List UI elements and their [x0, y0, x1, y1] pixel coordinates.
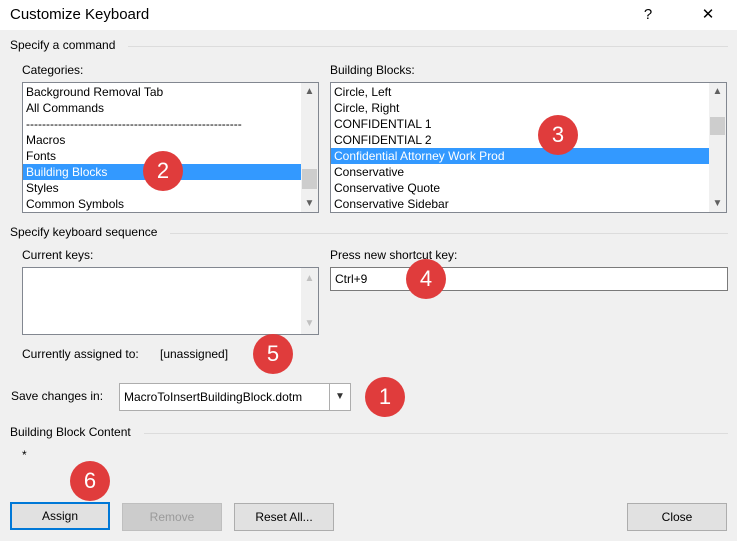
- remove-button[interactable]: Remove: [122, 503, 222, 531]
- list-item[interactable]: Conservative Sidebar: [331, 196, 726, 212]
- categories-listbox[interactable]: Background Removal Tab All Commands ------…: [22, 82, 319, 213]
- callout-2: 2: [143, 151, 183, 191]
- callout-6: 6: [70, 461, 110, 501]
- callout-1: 1: [365, 377, 405, 417]
- scroll-up-icon: ▲: [304, 273, 315, 284]
- callout-5: 5: [253, 334, 293, 374]
- list-item[interactable]: Macros: [23, 132, 318, 148]
- list-item[interactable]: Conservative Quote: [331, 180, 726, 196]
- save-changes-combobox[interactable]: MacroToInsertBuildingBlock.dotm ▼: [119, 383, 351, 411]
- list-item[interactable]: All Commands: [23, 100, 318, 116]
- list-item[interactable]: ----------------------------------------…: [23, 116, 318, 132]
- callout-3: 3: [538, 115, 578, 155]
- building-blocks-label: Building Blocks:: [330, 63, 415, 77]
- help-button[interactable]: ?: [626, 0, 670, 30]
- scroll-down-icon[interactable]: ▼: [301, 195, 318, 212]
- group-divider: [128, 46, 728, 47]
- scroll-down-icon: ▼: [304, 318, 315, 329]
- current-keys-scrollbar: ▲ ▼: [301, 268, 318, 334]
- new-shortcut-input[interactable]: Ctrl+9: [330, 267, 728, 291]
- current-keys-label: Current keys:: [22, 248, 94, 262]
- list-item[interactable]: Confidential Attorney Work Prod: [331, 148, 726, 164]
- group-divider: [170, 233, 728, 234]
- list-item[interactable]: Common Symbols: [23, 196, 318, 212]
- new-shortcut-value: Ctrl+9: [335, 272, 368, 286]
- reset-all-button[interactable]: Reset All...: [234, 503, 334, 531]
- scroll-down-icon[interactable]: ▼: [709, 195, 726, 212]
- list-item[interactable]: Circle, Left: [331, 84, 726, 100]
- scroll-up-icon[interactable]: ▲: [709, 83, 726, 100]
- list-item[interactable]: Circle, Right: [331, 100, 726, 116]
- specify-command-label: Specify a command: [10, 38, 116, 52]
- list-item[interactable]: CONFIDENTIAL 1: [331, 116, 726, 132]
- building-block-content-label: Building Block Content: [10, 425, 131, 439]
- building-blocks-scrollbar[interactable]: ▲ ▼: [709, 83, 726, 212]
- categories-label: Categories:: [22, 63, 84, 77]
- group-divider: [144, 433, 728, 434]
- categories-scrollbar[interactable]: ▲ ▼: [301, 83, 318, 212]
- window-title: Customize Keyboard: [10, 6, 150, 23]
- current-keys-listbox[interactable]: ▲ ▼: [22, 267, 319, 335]
- save-changes-value: MacroToInsertBuildingBlock.dotm: [124, 390, 303, 404]
- building-block-content-value: *: [22, 448, 27, 462]
- close-button[interactable]: Close: [627, 503, 727, 531]
- list-item[interactable]: CONFIDENTIAL 2: [331, 132, 726, 148]
- save-changes-label: Save changes in:: [11, 389, 104, 403]
- close-window-button[interactable]: ✕: [686, 0, 730, 30]
- currently-assigned-value: [unassigned]: [160, 347, 229, 361]
- chevron-down-icon[interactable]: ▼: [329, 384, 350, 410]
- list-item[interactable]: Conservative: [331, 164, 726, 180]
- callout-4: 4: [406, 259, 446, 299]
- scroll-thumb[interactable]: [710, 117, 725, 135]
- currently-assigned-label: Currently assigned to:: [22, 347, 139, 361]
- scroll-up-icon[interactable]: ▲: [301, 83, 318, 100]
- keyboard-sequence-label: Specify keyboard sequence: [10, 225, 158, 239]
- building-blocks-listbox[interactable]: Circle, Left Circle, Right CONFIDENTIAL 1C…: [330, 82, 727, 213]
- list-item[interactable]: Background Removal Tab: [23, 84, 318, 100]
- assign-button[interactable]: Assign: [10, 502, 110, 530]
- press-new-shortcut-label: Press new shortcut key:: [330, 248, 458, 262]
- scroll-thumb[interactable]: [302, 169, 317, 189]
